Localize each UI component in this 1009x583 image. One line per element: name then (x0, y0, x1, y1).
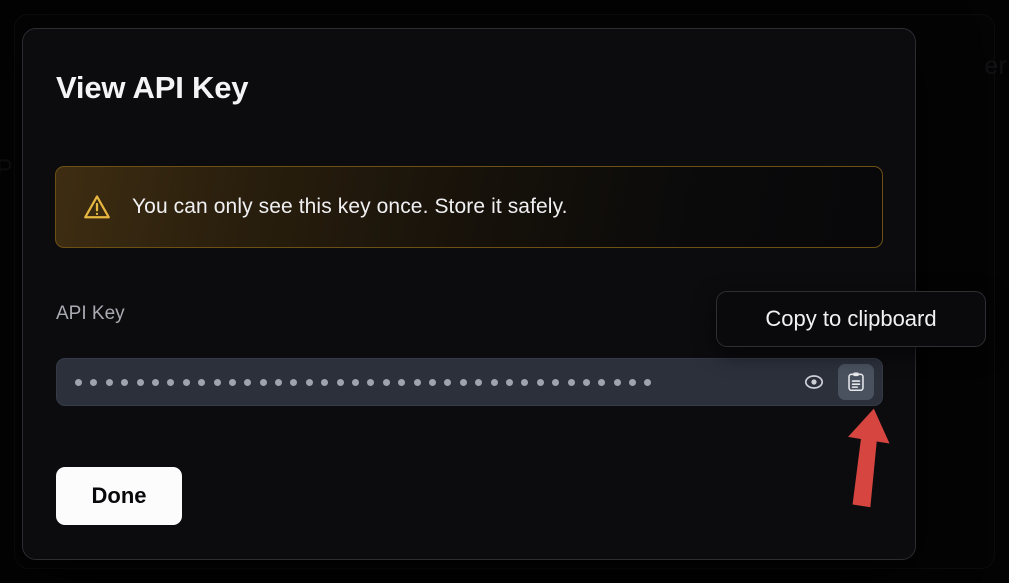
api-key-masked-value (75, 359, 796, 405)
copy-tooltip: Copy to clipboard (716, 291, 986, 347)
warning-triangle-icon (82, 192, 112, 222)
done-button[interactable]: Done (56, 467, 182, 525)
eye-icon (802, 370, 826, 394)
copy-key-button[interactable] (838, 364, 874, 400)
warning-banner: You can only see this key once. Store it… (55, 166, 883, 248)
reveal-key-button[interactable] (796, 364, 832, 400)
api-key-label: API Key (56, 303, 125, 324)
clipboard-icon (845, 371, 867, 393)
warning-message: You can only see this key once. Store it… (132, 195, 568, 218)
dialog-title: View API Key (56, 70, 249, 105)
api-key-input[interactable] (56, 358, 883, 406)
api-key-actions (796, 364, 874, 400)
